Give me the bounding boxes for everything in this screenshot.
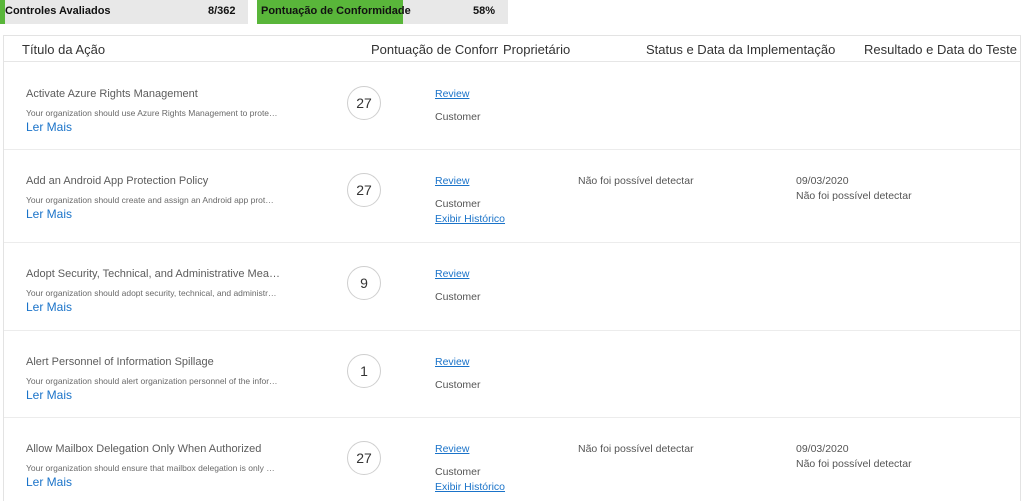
read-more-link[interactable]: Ler Mais <box>26 207 72 221</box>
action-description: Your organization should adopt security,… <box>26 288 278 298</box>
test-date: 09/03/2020 <box>796 443 849 455</box>
implementation-status: Não foi possível detectar <box>578 175 694 187</box>
test-date: 09/03/2020 <box>796 175 849 187</box>
action-title: Add an Android App Protection Policy <box>26 175 209 187</box>
review-link[interactable]: Review <box>435 268 469 280</box>
score-badge: 1 <box>347 354 381 388</box>
read-more-link[interactable]: Ler Mais <box>26 120 72 134</box>
column-header-title[interactable]: Título da Ação <box>22 42 105 57</box>
history-link[interactable]: Exibir Histórico <box>435 481 505 493</box>
compliance-score-stat: Pontuação de Conformidade 58% <box>257 0 508 24</box>
controls-evaluated-label: Controles Avaliados <box>5 5 111 17</box>
score-badge: 27 <box>347 441 381 475</box>
action-description: Your organization should ensure that mai… <box>26 463 278 473</box>
action-description: Your organization should create and assi… <box>26 195 278 205</box>
action-title: Adopt Security, Technical, and Administr… <box>26 268 284 280</box>
table-row: Activate Azure Rights Management Your or… <box>4 63 1020 150</box>
owner-text: Customer <box>435 291 481 303</box>
action-title: Alert Personnel of Information Spillage <box>26 356 214 368</box>
table-row: Add an Android App Protection Policy You… <box>4 150 1020 243</box>
read-more-link[interactable]: Ler Mais <box>26 300 72 314</box>
review-link[interactable]: Review <box>435 175 469 187</box>
review-link[interactable]: Review <box>435 443 469 455</box>
test-result: Não foi possível detectar <box>796 190 912 202</box>
test-result: Não foi possível detectar <box>796 458 912 470</box>
score-badge: 27 <box>347 86 381 120</box>
review-link[interactable]: Review <box>435 88 469 100</box>
column-header-owner[interactable]: Proprietário <box>503 42 570 57</box>
table-row: Adopt Security, Technical, and Administr… <box>4 243 1020 331</box>
score-badge: 27 <box>347 173 381 207</box>
column-header-result[interactable]: Resultado e Data do Teste <box>864 42 1017 57</box>
table-row: Allow Mailbox Delegation Only When Autho… <box>4 418 1020 501</box>
actions-table: Título da Ação Pontuação de Conformidade… <box>3 35 1021 501</box>
action-description: Your organization should use Azure Right… <box>26 108 278 118</box>
compliance-score-value: 58% <box>473 5 496 17</box>
controls-evaluated-value: 8/362 <box>208 5 236 17</box>
owner-text: Customer <box>435 466 481 478</box>
read-more-link[interactable]: Ler Mais <box>26 388 72 402</box>
compliance-score-label: Pontuação de Conformidade <box>261 5 411 17</box>
history-link[interactable]: Exibir Histórico <box>435 213 505 225</box>
implementation-status: Não foi possível detectar <box>578 443 694 455</box>
action-title: Activate Azure Rights Management <box>26 88 198 100</box>
owner-text: Customer <box>435 198 481 210</box>
table-row: Alert Personnel of Information Spillage … <box>4 331 1020 418</box>
column-header-score[interactable]: Pontuação de Conformidade <box>371 42 498 57</box>
table-header: Título da Ação Pontuação de Conformidade… <box>4 36 1020 62</box>
owner-text: Customer <box>435 111 481 123</box>
owner-text: Customer <box>435 379 481 391</box>
controls-evaluated-stat: Controles Avaliados 8/362 <box>0 0 248 24</box>
action-description: Your organization should alert organizat… <box>26 376 278 386</box>
score-badge: 9 <box>347 266 381 300</box>
column-header-status[interactable]: Status e Data da Implementação <box>646 42 835 57</box>
review-link[interactable]: Review <box>435 356 469 368</box>
read-more-link[interactable]: Ler Mais <box>26 475 72 489</box>
action-title: Allow Mailbox Delegation Only When Autho… <box>26 443 262 455</box>
